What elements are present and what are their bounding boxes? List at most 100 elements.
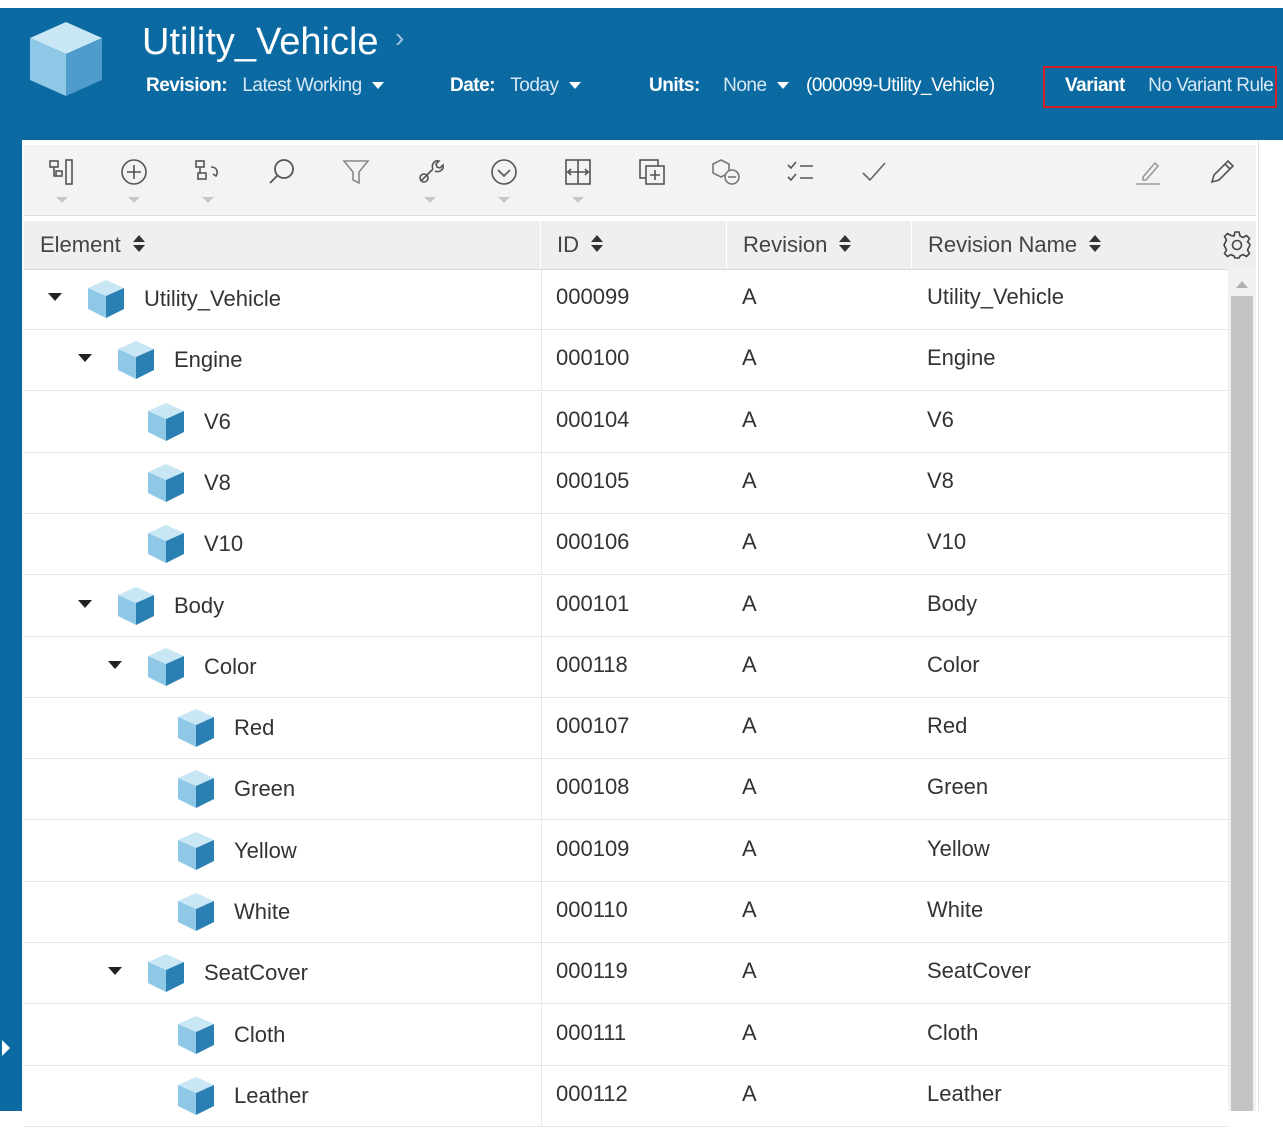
element-cell[interactable]: Utility_Vehicle <box>24 269 542 330</box>
element-cell[interactable]: V8 <box>24 452 542 514</box>
table-row[interactable]: Yellow 000109 A Yellow <box>24 820 1228 882</box>
date-value[interactable]: Today <box>510 75 559 96</box>
add-button[interactable] <box>114 157 154 205</box>
element-cell[interactable]: Leather <box>24 1065 542 1127</box>
element-cell[interactable]: Yellow <box>24 820 542 882</box>
gear-icon[interactable] <box>1222 230 1252 260</box>
revision-value[interactable]: Latest Working <box>242 75 362 96</box>
column-header-revision-name[interactable]: Revision Name <box>912 221 1256 269</box>
chevron-down-icon[interactable] <box>371 82 384 90</box>
chevron-down-icon[interactable] <box>568 82 581 90</box>
element-cell[interactable]: Engine <box>24 330 542 392</box>
dropdown-arrow-icon[interactable] <box>424 197 436 203</box>
sort-icon[interactable] <box>591 235 603 253</box>
element-cell[interactable]: Cloth <box>24 1004 542 1066</box>
units-value[interactable]: None <box>723 75 767 96</box>
table-row[interactable]: Body 000101 A Body <box>24 575 1228 637</box>
compare-button[interactable] <box>706 157 746 205</box>
table-row[interactable]: Cloth 000111 A Cloth <box>24 1004 1228 1066</box>
more-button[interactable] <box>484 157 524 205</box>
expand-panel-icon[interactable] <box>2 1040 10 1056</box>
expand-toggle-icon[interactable] <box>108 660 122 669</box>
id-cell: 000106 <box>556 529 630 555</box>
id-cell: 000112 <box>556 1080 628 1106</box>
revision-label: Revision: <box>146 75 228 96</box>
id-cell: 000101 <box>556 590 630 616</box>
revision-name-cell: Body <box>927 590 978 616</box>
tools-icon <box>419 160 444 183</box>
dropdown-arrow-icon[interactable] <box>202 197 214 203</box>
revision-rule-selector[interactable]: Revision: Latest Working <box>146 74 384 98</box>
table-row[interactable]: Color 000118 A Color <box>24 636 1228 698</box>
column-header-element[interactable]: Element <box>24 221 541 269</box>
revision-cell: A <box>742 1019 757 1045</box>
item-cube-icon <box>116 339 156 381</box>
right-panel-edge <box>1258 140 1283 1111</box>
units-selector[interactable]: Units: None <box>649 74 789 98</box>
markup-button[interactable] <box>1128 157 1168 205</box>
chevron-down-icon[interactable] <box>776 82 789 90</box>
checklist-button[interactable] <box>780 157 820 205</box>
element-cell[interactable]: Green <box>24 759 542 821</box>
expand-toggle-icon[interactable] <box>78 599 92 608</box>
dropdown-arrow-icon[interactable] <box>498 197 510 203</box>
edit-button[interactable] <box>1202 157 1242 205</box>
dropdown-arrow-icon[interactable] <box>128 197 140 203</box>
column-header-revision[interactable]: Revision <box>727 221 912 269</box>
element-cell[interactable]: Body <box>24 575 542 637</box>
expand-toggle-icon[interactable] <box>78 354 92 363</box>
toolbar <box>24 145 1256 216</box>
scrollbar-thumb[interactable] <box>1231 296 1253 1111</box>
page-title[interactable]: Utility_Vehicle <box>142 20 379 64</box>
dropdown-arrow-icon[interactable] <box>572 197 584 203</box>
table-row[interactable]: Engine 000100 A Engine <box>24 330 1228 392</box>
element-cell[interactable]: SeatCover <box>24 943 542 1005</box>
duplicate-button[interactable] <box>632 157 672 205</box>
date-label: Date: <box>450 75 496 96</box>
replace-button[interactable] <box>188 157 228 205</box>
scroll-up-arrow-icon[interactable] <box>1236 281 1248 288</box>
element-cell[interactable]: V6 <box>24 391 542 453</box>
sort-icon[interactable] <box>132 235 145 253</box>
sort-icon[interactable] <box>1089 235 1102 253</box>
element-name: Utility_Vehicle <box>144 286 281 311</box>
breadcrumb-chevron-icon[interactable]: › <box>395 22 404 54</box>
id-cell: 000109 <box>556 835 630 861</box>
filter-button[interactable] <box>336 157 376 205</box>
item-cube-icon <box>146 401 186 443</box>
table-row[interactable]: V10 000106 A V10 <box>24 514 1228 576</box>
table-row[interactable]: V6 000104 A V6 <box>24 391 1228 453</box>
revision-name-cell: Engine <box>927 345 996 371</box>
table-row[interactable]: White 000110 A White <box>24 882 1228 943</box>
item-cube-icon <box>176 707 216 749</box>
dropdown-arrow-icon[interactable] <box>56 197 68 203</box>
item-cube-icon <box>176 1014 216 1056</box>
sort-icon[interactable] <box>839 235 852 253</box>
search-button[interactable] <box>262 157 302 205</box>
element-name: Engine <box>174 347 243 373</box>
tools-button[interactable] <box>410 157 450 205</box>
check-icon <box>862 162 886 182</box>
table-row[interactable]: Red 000107 A Red <box>24 698 1228 760</box>
table-row[interactable]: Leather 000112 A Leather <box>24 1065 1228 1127</box>
column-label: Revision <box>743 232 828 257</box>
date-selector[interactable]: Date: Today <box>450 74 581 98</box>
item-cube-icon <box>116 585 156 627</box>
table-row[interactable]: SeatCover 000119 A SeatCover <box>24 943 1228 1005</box>
structure-button[interactable] <box>42 157 82 205</box>
revision-cell: A <box>742 467 757 493</box>
table-row[interactable]: V8 000105 A V8 <box>24 452 1228 514</box>
element-cell[interactable]: V10 <box>24 514 542 576</box>
checklist-icon <box>787 161 813 182</box>
expand-toggle-icon[interactable] <box>48 293 62 301</box>
table-row[interactable]: Utility_Vehicle 000099 A Utility_Vehicle <box>24 269 1228 330</box>
element-name: Body <box>174 592 225 618</box>
split-button[interactable] <box>558 157 598 205</box>
table-row[interactable]: Green 000108 A Green <box>24 759 1228 821</box>
element-cell[interactable]: Color <box>24 636 542 698</box>
column-header-id[interactable]: ID <box>541 221 727 269</box>
expand-toggle-icon[interactable] <box>108 967 122 976</box>
element-cell[interactable]: Red <box>24 698 542 760</box>
check-button[interactable] <box>854 157 894 205</box>
element-cell[interactable]: White <box>24 882 542 943</box>
